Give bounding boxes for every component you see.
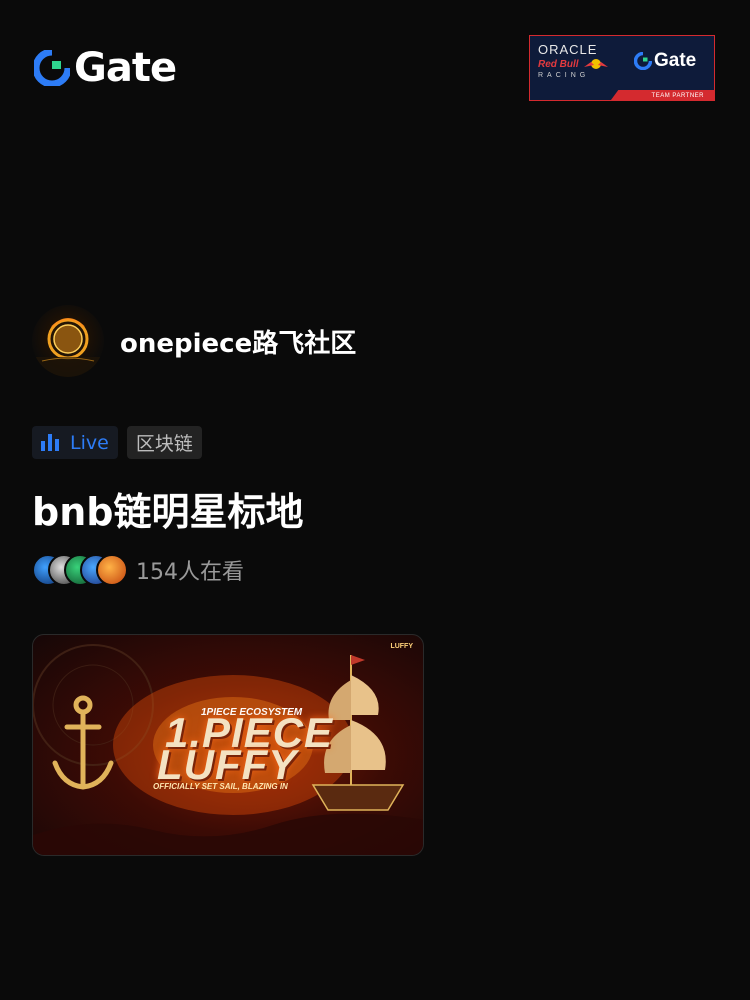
partner-gate-logo: Gate (634, 50, 696, 72)
partner-badge: ORACLE Red Bull RACING Gate TEAM PARTNER (529, 35, 715, 101)
category-label: 区块链 (135, 433, 193, 455)
flaming-coin-icon (32, 318, 104, 377)
live-cover-banner[interactable]: LUFFY 1PIECE ECOSYSTEM 1.PIECE LUFFY OFF… (32, 634, 424, 856)
team-partner-label: TEAM PARTNER (651, 93, 704, 99)
partner-gate-icon (634, 52, 652, 70)
banner-corner-label: LUFFY (390, 643, 413, 650)
viewer-avatar (96, 554, 128, 586)
live-tag: Live (32, 426, 118, 459)
community-name[interactable]: onepiece路飞社区 (120, 323, 356, 360)
community-header[interactable]: onepiece路飞社区 (32, 305, 356, 377)
oracle-label: ORACLE (538, 42, 598, 57)
partner-gate-text: Gate (654, 50, 697, 71)
page: Gate ORACLE Red Bull RACING Gate TEAM PA… (0, 0, 750, 1000)
gate-logo-text: Gate (74, 45, 177, 91)
redbull-label: Red Bull (538, 58, 579, 70)
banner-subtitle: OFFICIALLY SET SAIL, BLAZING IN (153, 782, 288, 791)
viewer-count: 154人在看 (136, 560, 244, 585)
live-label: Live (70, 431, 109, 454)
anchor-icon (52, 695, 114, 790)
viewer-avatars (32, 553, 128, 587)
community-avatar[interactable] (32, 305, 104, 377)
viewer-info: 154人在看 (32, 553, 244, 587)
room-title: bnb链明星标地 (32, 490, 304, 534)
gate-logo-icon (34, 50, 70, 86)
live-bars-icon (41, 434, 59, 451)
redbull-bull-icon (583, 59, 608, 69)
category-tag[interactable]: 区块链 (126, 426, 202, 459)
gate-logo[interactable]: Gate (34, 45, 177, 91)
racing-label: RACING (538, 72, 590, 79)
room-tags: Live 区块链 (32, 426, 202, 459)
oracle-redbull-mark: ORACLE Red Bull RACING (538, 43, 620, 79)
